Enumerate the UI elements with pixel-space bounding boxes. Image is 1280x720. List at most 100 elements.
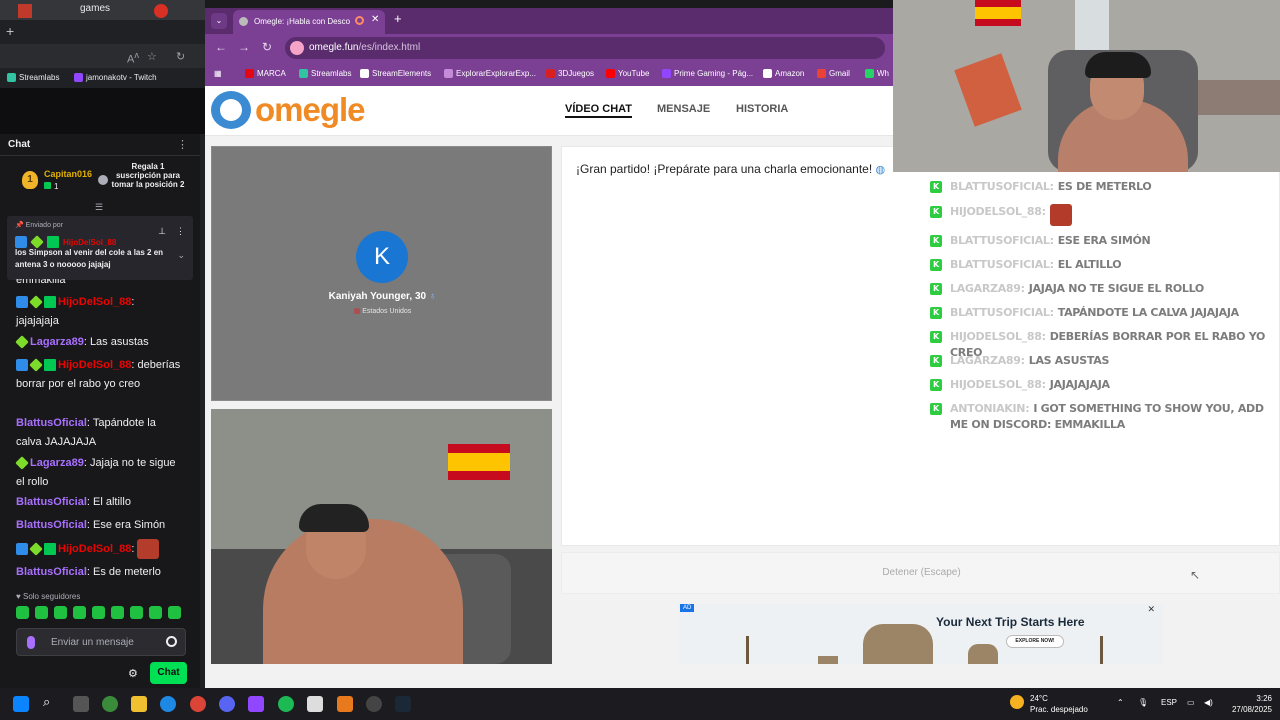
omegle-input-area[interactable]: Detener (Escape) — [561, 552, 1280, 594]
bookmark-prime-gaming[interactable]: Prime Gaming - Pág... — [662, 69, 753, 78]
streamlabs-icon — [7, 73, 16, 82]
chrome-tab-icon[interactable] — [154, 4, 168, 18]
emote-picker-icon[interactable] — [166, 636, 177, 647]
spotify-icon[interactable] — [278, 696, 294, 712]
capcut-icon[interactable] — [307, 696, 323, 712]
emote-icon[interactable] — [111, 606, 124, 619]
chevron-up-icon[interactable]: ⌃ — [1117, 698, 1124, 707]
more-icon[interactable]: ⋮ — [176, 226, 185, 236]
pinned-by-label: 📌 Enviado por — [15, 222, 64, 229]
twitch-app-icon[interactable] — [248, 696, 264, 712]
edge-icon[interactable] — [160, 696, 176, 712]
back-icon[interactable]: ← — [215, 40, 227, 54]
stop-button[interactable]: Detener (Escape) — [562, 567, 1280, 578]
forward-icon[interactable]: → — [238, 40, 250, 54]
new-tab-icon[interactable]: + — [6, 23, 14, 39]
emote-icon[interactable] — [130, 606, 143, 619]
emote-icon[interactable] — [16, 606, 29, 619]
site-info-icon[interactable] — [290, 41, 304, 55]
tab-games[interactable]: games — [80, 3, 110, 14]
new-tab-icon[interactable]: + — [394, 11, 402, 26]
chat-message-input[interactable]: Enviar un mensaje — [16, 628, 186, 656]
close-icon[interactable]: ✕ — [1147, 604, 1155, 615]
bookmark-explorar[interactable]: ExplorarExplorarExp... — [444, 69, 536, 78]
weather-icon[interactable] — [1010, 695, 1024, 709]
twitch-browser-tabbar: games — [0, 0, 205, 20]
nav-mensaje[interactable]: MENSAJE — [657, 103, 710, 115]
ad-explore-button[interactable]: EXPLORE NOW! — [1006, 635, 1064, 648]
star-icon[interactable]: ☆ — [147, 50, 157, 63]
omegle-logo[interactable]: omegle — [255, 91, 366, 129]
chat-message: BlattusOficial: Es de meterlo — [16, 566, 161, 578]
search-icon[interactable]: ⌕ — [43, 694, 59, 710]
weather-widget[interactable]: 24°C Prac. despejado — [1030, 693, 1088, 715]
clock[interactable]: 3:26 27/08/2025 — [1222, 693, 1272, 715]
pin-icon[interactable]: ⊥ — [158, 226, 166, 236]
twitch-address-bar[interactable]: Aʌ ☆ ↻ — [0, 44, 205, 68]
gear-icon[interactable]: ⚙ — [128, 667, 138, 680]
windows-start-icon[interactable] — [13, 696, 29, 712]
pinned-message: 📌 Enviado por ⊥ ⋮ HijoDelSol_88 los Simp… — [7, 216, 193, 280]
tab-favicon-icon[interactable] — [18, 4, 32, 18]
bookmark-streamlabs[interactable]: Streamlabs — [7, 73, 59, 82]
chrome-icon[interactable] — [190, 696, 206, 712]
overlay-chat-row: K HIJODELSOL_88: JAJAJAJAJA — [930, 377, 1275, 393]
reload-icon[interactable]: ↻ — [262, 40, 272, 54]
discord-icon[interactable] — [219, 696, 235, 712]
tab-search-icon[interactable]: ⌄ — [211, 13, 227, 29]
more-options-icon[interactable]: ⋮ — [177, 138, 188, 151]
bookmark-streamlabs[interactable]: Streamlabs — [299, 69, 351, 78]
bookmark-gmail[interactable]: Gmail — [817, 69, 850, 78]
3djuegos-icon — [546, 69, 555, 78]
bookmark-marca[interactable]: MARCA — [245, 69, 286, 78]
emote-icon[interactable] — [168, 606, 181, 619]
emote-icon[interactable] — [35, 606, 48, 619]
close-icon[interactable]: ✕ — [371, 14, 379, 25]
gmail-icon — [817, 69, 826, 78]
ad-banner[interactable]: AD ✕ Your Next Trip Starts Here EXPLORE … — [678, 604, 1163, 664]
emote-icon[interactable] — [54, 606, 67, 619]
gift-user[interactable]: Capitan016 — [44, 169, 92, 179]
volume-icon[interactable]: ◀) — [1204, 698, 1213, 707]
stranger-video: K Kaniyah Younger, 30 ♁ ▦ Estados Unidos — [211, 146, 552, 401]
bits-icon[interactable] — [27, 636, 35, 649]
omegle-logo-icon[interactable] — [211, 91, 251, 129]
collapse-icon[interactable]: ☰ — [95, 202, 103, 213]
bookmark-streamelements[interactable]: StreamElements — [360, 69, 431, 78]
bookmark-amazon[interactable]: Amazon — [763, 69, 804, 78]
obs-icon[interactable] — [366, 696, 382, 712]
bookmark-whatsapp[interactable]: Wh — [865, 69, 889, 78]
gift-leaderboard[interactable]: 1 Capitan016 1 Regala 1 suscripción para… — [0, 158, 200, 202]
youtube-icon — [606, 69, 615, 78]
emote-icon[interactable] — [149, 606, 162, 619]
stranger-country: ▦ Estados Unidos — [353, 308, 412, 315]
bookmark-icon — [444, 69, 453, 78]
omegle-tab[interactable]: Omegle: ¡Habla con Desco ✕ — [233, 10, 385, 34]
nav-historia[interactable]: HISTORIA — [736, 103, 788, 115]
chat-send-button[interactable]: Chat — [150, 662, 187, 684]
network-icon[interactable]: ▭ — [1187, 698, 1195, 707]
microphone-icon[interactable]: 🎙 — [1138, 698, 1148, 707]
pin-actions[interactable]: ⊥ ⋮ — [158, 226, 185, 237]
chevron-down-icon[interactable]: ⌄ — [177, 250, 185, 261]
nav-video-chat[interactable]: VÍDEO CHAT — [565, 103, 633, 118]
file-explorer-icon[interactable] — [131, 696, 147, 712]
emote-icon[interactable] — [73, 606, 86, 619]
chat-message: BlattusOficial: El altillo — [16, 496, 131, 508]
xbox-icon[interactable] — [102, 696, 118, 712]
gift-icon — [98, 175, 108, 185]
bookmark-youtube[interactable]: YouTube — [606, 69, 649, 78]
read-aloud-icon[interactable]: Aʌ — [127, 50, 139, 66]
emote-icon[interactable] — [92, 606, 105, 619]
reload-icon[interactable]: ↻ — [176, 50, 185, 63]
task-view-icon[interactable] — [73, 696, 89, 712]
apps-icon[interactable]: ▦ — [214, 69, 222, 78]
address-bar[interactable]: omegle.fun/es/index.html — [285, 37, 885, 59]
gift-cta[interactable]: Regala 1 suscripción para tomar la posic… — [110, 162, 186, 189]
bookmark-3djuegos[interactable]: 3DJuegos — [546, 69, 594, 78]
flag-icon: ▦ — [353, 308, 361, 315]
steam-icon[interactable] — [395, 696, 411, 712]
bookmark-twitch[interactable]: jamonakotv - Twitch — [74, 73, 157, 82]
app-icon[interactable] — [337, 696, 353, 712]
language-indicator[interactable]: ESP — [1161, 698, 1177, 707]
